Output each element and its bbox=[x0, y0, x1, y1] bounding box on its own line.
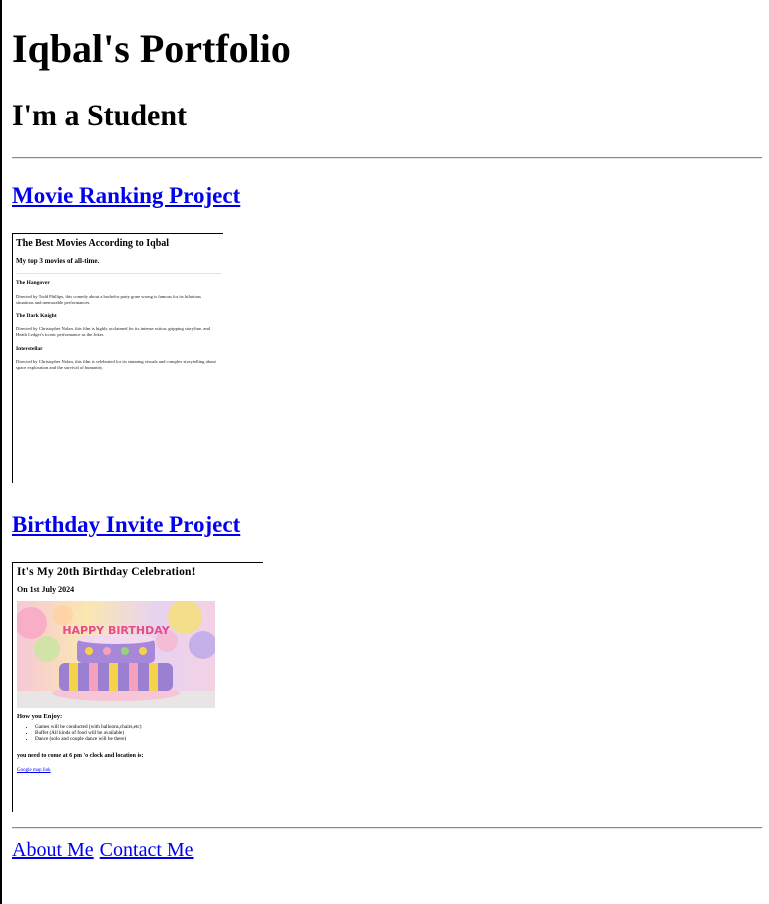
top-divider bbox=[12, 157, 762, 159]
movie-preview-divider bbox=[16, 273, 221, 274]
movie-preview-subtitle: My top 3 movies of all-time. bbox=[16, 257, 100, 265]
footer-nav: About Me Contact Me bbox=[12, 838, 195, 862]
cake-topper-text: HAPPY BIRTHDAY bbox=[62, 624, 170, 637]
birthday-activity-list: Games will be conducted (with balloons,c… bbox=[25, 724, 141, 742]
birthday-project-preview-frame[interactable]: It's My 20th Birthday Celebration! On 1s… bbox=[12, 562, 263, 812]
movie-project-heading: Movie Ranking Project bbox=[12, 182, 240, 210]
movie-project-link[interactable]: Movie Ranking Project bbox=[12, 183, 240, 208]
birthday-arrival-text: you need to come at 6 pm 'o clock and lo… bbox=[17, 753, 144, 759]
birthday-project-heading: Birthday Invite Project bbox=[12, 511, 240, 539]
google-map-link[interactable]: Google map link bbox=[17, 768, 51, 773]
birthday-cake-image: HAPPY BIRTHDAY bbox=[17, 601, 215, 708]
movie-item-description: Directed by Christopher Nolan, this film… bbox=[16, 359, 216, 370]
birthday-enjoy-heading: How you Enjoy: bbox=[17, 713, 63, 720]
movie-item-description: Directed by Christopher Nolan, this film… bbox=[16, 326, 210, 337]
birthday-project-link[interactable]: Birthday Invite Project bbox=[12, 512, 240, 537]
list-item: Dance (solo and couple dance will be the… bbox=[35, 736, 141, 742]
movie-item-description: Directed by Todd Phillips, this comedy a… bbox=[16, 294, 201, 305]
movie-project-preview-frame[interactable]: The Best Movies According to Iqbal My to… bbox=[12, 233, 223, 483]
movie-item-title: The Hangover bbox=[16, 280, 50, 286]
about-me-link[interactable]: About Me bbox=[12, 839, 94, 861]
movie-item-title: The Dark Knight bbox=[16, 313, 57, 319]
birthday-preview-date: On 1st July 2024 bbox=[17, 585, 75, 594]
birthday-preview-title: It's My 20th Birthday Celebration! bbox=[17, 566, 196, 578]
movie-item-title: Interstellar bbox=[16, 346, 43, 352]
contact-me-link[interactable]: Contact Me bbox=[100, 839, 194, 861]
window-left-border bbox=[0, 0, 2, 904]
movie-preview-title: The Best Movies According to Iqbal bbox=[16, 238, 170, 249]
page-title: Iqbal's Portfolio bbox=[12, 26, 291, 71]
birthday-map-link-wrap: Google map link bbox=[17, 768, 51, 773]
page-subtitle: I'm a Student bbox=[12, 99, 188, 132]
bottom-divider bbox=[12, 827, 762, 829]
